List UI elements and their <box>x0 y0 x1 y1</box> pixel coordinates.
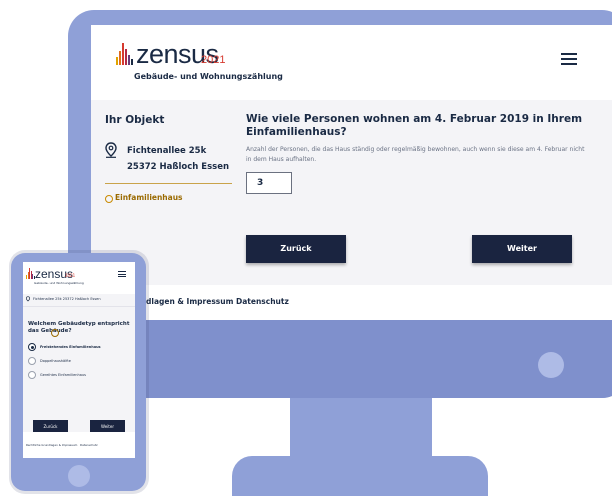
address-street: Fichtenallee 25k <box>127 146 207 156</box>
phone-footer: Rechtliche Grundlagen & Impressum Datens… <box>23 432 135 458</box>
building-type-bullet-icon <box>105 195 113 203</box>
footer-link-datenschutz[interactable]: Datenschutz <box>80 443 98 447</box>
monitor-stand-neck <box>290 398 432 462</box>
option-label: Freistehendes Einfamilienhaus <box>40 345 101 349</box>
building-type-label: Einfamilienhaus <box>115 193 183 202</box>
radio-icon[interactable] <box>28 371 36 379</box>
option-label: Gereihtes Einfamilienhaus <box>40 373 86 377</box>
footer-link-datenschutz[interactable]: Datenschutz <box>236 297 289 306</box>
question-heading: Wie viele Personen wohnen am 4. Februar … <box>246 113 583 138</box>
question-help-text: Anzahl der Personen, die das Haus ständi… <box>246 146 585 163</box>
zensus-logo-bars-icon <box>116 43 134 65</box>
hamburger-menu-icon[interactable] <box>118 271 126 277</box>
address-city: 25372 Haßloch Essen <box>127 162 230 172</box>
question-heading: Welchem Gebäudetyp entspricht das Gebäud… <box>28 321 130 334</box>
monitor-power-button <box>538 352 564 378</box>
option-label: Doppelhaushälfte <box>40 359 71 363</box>
location-pin-icon <box>105 142 117 158</box>
option-gereiht[interactable]: Gereihtes Einfamilienhaus <box>28 371 128 381</box>
logo-year: 2021 <box>65 273 76 278</box>
footer-link-impressum[interactable]: Rechtliche Grundlagen & Impressum <box>26 443 77 447</box>
object-heading: Ihr Objekt <box>105 114 165 126</box>
persons-count-input[interactable]: 3 <box>246 172 292 194</box>
site-footer: dlagen & Impressum Datenschutz <box>91 285 612 320</box>
option-freistehend[interactable]: Freistehendes Einfamilienhaus <box>28 343 128 353</box>
footer-link-impressum[interactable]: dlagen & Impressum <box>146 297 233 306</box>
phone-screen: zensus 2021 Gebäude- und Wohnungszählung… <box>23 262 135 458</box>
radio-icon[interactable] <box>28 357 36 365</box>
desktop-screen: zensus 2021 Gebäude- und Wohnungszählung… <box>91 25 612 320</box>
back-button[interactable]: Zurück <box>246 235 346 263</box>
radio-selected-icon[interactable] <box>28 343 36 351</box>
option-doppelhaushaelfte[interactable]: Doppelhaushälfte <box>28 357 128 367</box>
zensus-logo-bars-icon <box>26 268 35 279</box>
hamburger-menu-icon[interactable] <box>561 53 577 65</box>
address-bar: Fichtenallee 25k 25372 Haßloch Essen <box>23 294 135 307</box>
address-text: Fichtenallee 25k 25372 Haßloch Essen <box>33 297 101 301</box>
logo-year: 2021 <box>201 54 226 66</box>
monitor-stand-base <box>232 456 488 496</box>
site-header: zensus 2021 Gebäude- und Wohnungszählung <box>91 25 612 100</box>
info-icon[interactable] <box>51 329 59 337</box>
logo-subtitle: Gebäude- und Wohnungszählung <box>134 72 283 81</box>
location-pin-icon <box>26 296 30 302</box>
phone-home-button <box>68 465 90 487</box>
next-button[interactable]: Weiter <box>472 235 572 263</box>
form-panel: Ihr Objekt Fichtenallee 25k 25372 Haßloc… <box>91 100 612 285</box>
gold-divider <box>105 183 232 184</box>
logo-subtitle: Gebäude- und Wohnungszählung <box>34 281 84 285</box>
phone-form-panel: Welchem Gebäudetyp entspricht das Gebäud… <box>23 307 135 432</box>
